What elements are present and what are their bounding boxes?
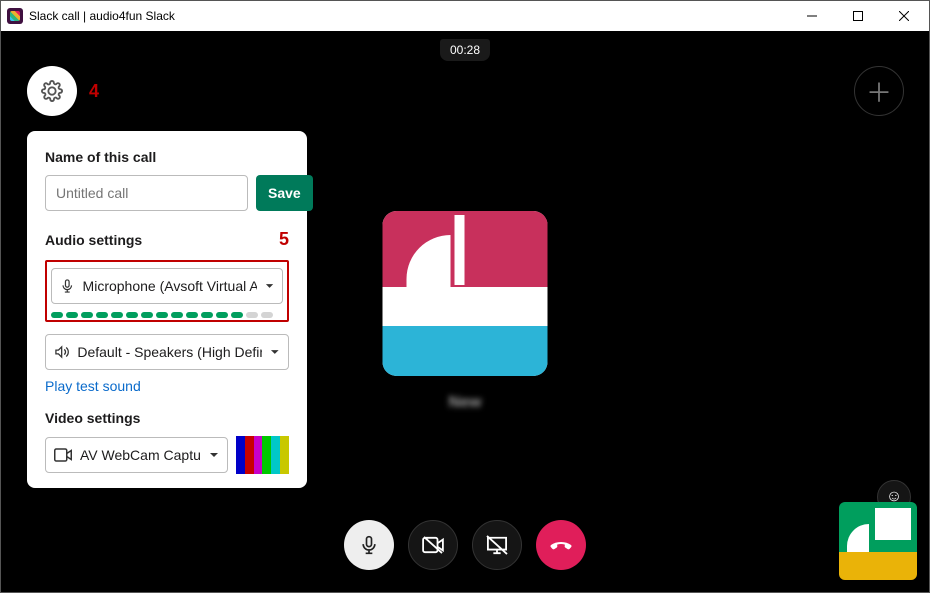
color-bar xyxy=(254,436,263,474)
level-segment xyxy=(216,312,228,318)
level-segment xyxy=(51,312,63,318)
maximize-button[interactable] xyxy=(835,1,881,31)
settings-button[interactable] xyxy=(27,66,77,116)
audio-settings-label: Audio settings 5 xyxy=(45,229,289,250)
level-segment xyxy=(201,312,213,318)
color-bar xyxy=(245,436,254,474)
level-segment xyxy=(246,312,258,318)
level-segment xyxy=(141,312,153,318)
play-test-sound-link[interactable]: Play test sound xyxy=(45,378,141,394)
speaker-value: Default - Speakers (High Defini xyxy=(77,344,262,360)
camera-preview xyxy=(236,436,289,474)
level-segment xyxy=(66,312,78,318)
add-participant-button[interactable]: ＋ xyxy=(854,66,904,116)
screenshare-button[interactable] xyxy=(472,520,522,570)
level-segment xyxy=(126,312,138,318)
color-bar xyxy=(271,436,280,474)
self-preview[interactable] xyxy=(839,502,917,580)
gear-icon xyxy=(41,80,63,102)
participant-tile: New xyxy=(383,211,548,412)
camera-button[interactable] xyxy=(408,520,458,570)
hangup-icon xyxy=(549,533,573,557)
level-segment xyxy=(96,312,108,318)
window-title: Slack call | audio4fun Slack xyxy=(29,9,789,23)
color-bar xyxy=(280,436,289,474)
microphone-select[interactable]: Microphone (Avsoft Virtual Aud xyxy=(51,268,283,304)
microphone-value: Microphone (Avsoft Virtual Aud xyxy=(83,278,257,294)
mute-button[interactable] xyxy=(344,520,394,570)
microphone-icon xyxy=(359,535,379,555)
level-segment xyxy=(231,312,243,318)
mic-highlight: Microphone (Avsoft Virtual Aud xyxy=(45,260,289,322)
camera-select[interactable]: AV WebCam Captu xyxy=(45,437,228,473)
camera-value: AV WebCam Captu xyxy=(80,447,201,463)
participant-name: New xyxy=(383,394,548,412)
call-name-label: Name of this call xyxy=(45,149,289,165)
camera-off-icon xyxy=(422,536,444,554)
callout-4: 4 xyxy=(89,81,99,102)
camera-icon xyxy=(54,448,72,462)
speaker-select[interactable]: Default - Speakers (High Defini xyxy=(45,334,289,370)
call-area: 00:28 4 ＋ Name of this call Save Audio s… xyxy=(1,31,929,592)
plus-icon: ＋ xyxy=(866,73,892,110)
video-settings-label: Video settings xyxy=(45,410,289,426)
end-call-button[interactable] xyxy=(536,520,586,570)
mic-level-meter xyxy=(51,312,283,318)
chevron-down-icon xyxy=(209,450,219,460)
color-bar xyxy=(262,436,271,474)
participant-avatar xyxy=(383,211,548,376)
call-controls xyxy=(344,520,586,570)
audio-settings-text: Audio settings xyxy=(45,232,142,248)
chevron-down-icon xyxy=(265,281,274,291)
level-segment xyxy=(171,312,183,318)
speaker-icon xyxy=(54,344,69,360)
level-segment xyxy=(111,312,123,318)
color-bar xyxy=(236,436,245,474)
save-button[interactable]: Save xyxy=(256,175,313,211)
level-segment xyxy=(81,312,93,318)
minimize-button[interactable] xyxy=(789,1,835,31)
chevron-down-icon xyxy=(270,347,280,357)
close-button[interactable] xyxy=(881,1,927,31)
window-titlebar: Slack call | audio4fun Slack xyxy=(1,1,929,31)
callout-5: 5 xyxy=(279,229,289,250)
window-controls xyxy=(789,1,927,31)
settings-panel: Name of this call Save Audio settings 5 … xyxy=(27,131,307,488)
screenshare-off-icon xyxy=(486,535,508,555)
level-segment xyxy=(156,312,168,318)
call-name-input[interactable] xyxy=(45,175,248,211)
level-segment xyxy=(186,312,198,318)
call-timer: 00:28 xyxy=(440,39,490,61)
app-icon xyxy=(7,8,23,24)
level-segment xyxy=(261,312,273,318)
microphone-icon xyxy=(60,278,75,294)
